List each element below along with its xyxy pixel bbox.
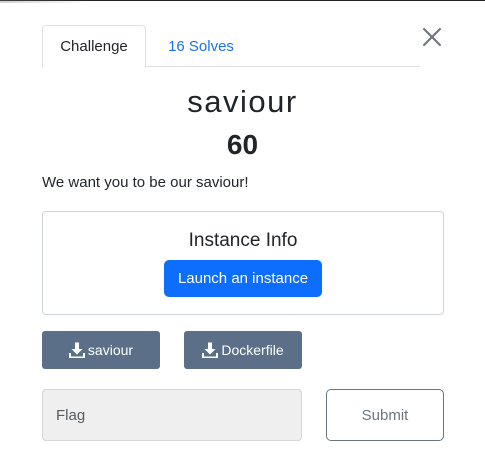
download-file-label: Dockerfile — [221, 342, 284, 358]
download-file-label: saviour — [87, 342, 134, 358]
challenge-tabs: Challenge 16 Solves — [42, 25, 420, 68]
tab-challenge-label: Challenge — [60, 38, 128, 55]
challenge-points: 60 — [226, 129, 259, 160]
download-icon — [202, 342, 219, 358]
tab-challenge[interactable]: Challenge — [42, 25, 146, 68]
challenge-description: We want you to be our saviour! — [42, 174, 249, 191]
top-shadow — [0, 0, 90, 3]
close-button[interactable] — [420, 25, 444, 49]
tab-solves[interactable]: 16 Solves — [146, 25, 256, 67]
download-file-dockerfile-button[interactable]: Dockerfile — [184, 331, 302, 369]
download-file-saviour-button[interactable]: saviour — [42, 331, 160, 369]
download-icon — [68, 342, 85, 358]
close-icon — [423, 28, 441, 46]
instance-info-title: Instance Info — [188, 230, 298, 251]
submit-button[interactable]: Submit — [326, 389, 444, 441]
tab-solves-label: 16 Solves — [168, 37, 234, 55]
challenge-name: saviour — [187, 84, 298, 119]
launch-instance-label: Launch an instance — [177, 270, 309, 287]
flag-input[interactable] — [42, 389, 302, 441]
instance-info-panel: Instance Info Launch an instance — [42, 211, 444, 315]
submit-label: Submit — [361, 406, 409, 424]
launch-instance-button[interactable]: Launch an instance — [164, 260, 322, 297]
